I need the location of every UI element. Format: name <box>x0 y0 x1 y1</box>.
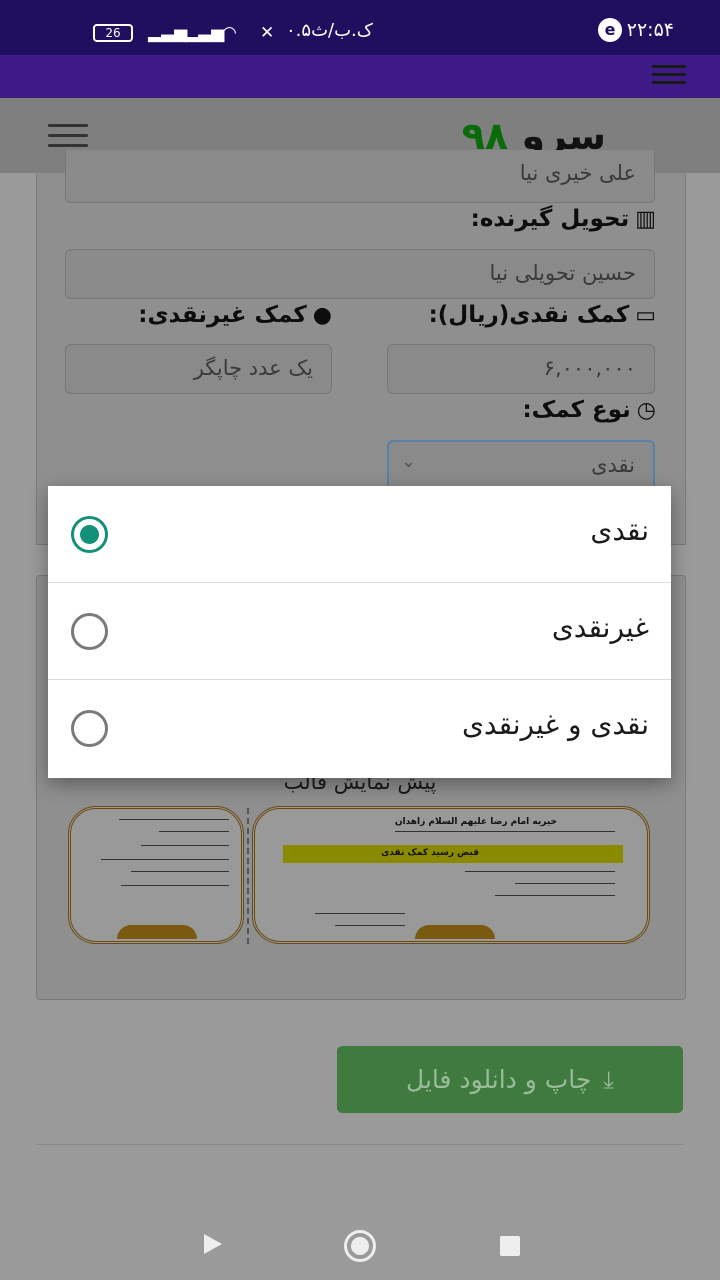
receipt-header: خیریه امام رضا علیهم السلام زاهدان <box>394 817 557 827</box>
money-icon: ▭ <box>635 303 656 328</box>
option-noncash[interactable]: غیرنقدی <box>48 583 671 680</box>
option-cash-and-noncash[interactable]: نقدی و غیرنقدی <box>48 680 671 777</box>
type-select[interactable]: نقدی ⌄ <box>387 440 655 486</box>
mosque-ornament <box>415 925 495 939</box>
map-icon: ▥ <box>635 207 656 232</box>
status-clock: ۲۲:۵۴ <box>626 19 674 41</box>
signal-icon-2: ▂▃▅ <box>185 23 225 43</box>
app-bar <box>0 55 720 98</box>
divider <box>36 1144 684 1145</box>
type-select-value: نقدی <box>591 453 635 477</box>
chevron-down-icon: ⌄ <box>401 451 417 472</box>
download-icon: ⤓ <box>603 1065 614 1094</box>
radio-unchecked-icon[interactable] <box>71 710 108 747</box>
option-label: نقدی <box>590 514 649 547</box>
help-type-dialog: نقدی غیرنقدی نقدی و غیرنقدی <box>48 486 671 778</box>
receipt-main-preview: خیریه امام رضا علیهم السلام زاهدان قبض ر… <box>252 806 650 944</box>
wifi-icon: ◠ <box>222 23 237 43</box>
home-icon[interactable] <box>344 1230 376 1262</box>
option-label: غیرنقدی <box>551 611 649 644</box>
signal-icon: ▂▃▅ <box>148 23 188 43</box>
option-label: نقدی و غیرنقدی <box>461 708 649 741</box>
radio-unchecked-icon[interactable] <box>71 613 108 650</box>
status-date: ۰.۵ک.ب/ث <box>286 20 373 41</box>
receiver-label: ▥تحویل گیرنده: <box>470 206 656 232</box>
noncash-field[interactable]: یک عدد چاپگر <box>65 344 332 394</box>
status-bar: 26 ▂▃▅ ▂▃▅ ◠ ✕ ۰.۵ک.ب/ث e ۲۲:۵۴ <box>0 0 720 55</box>
menu-icon[interactable] <box>652 65 686 85</box>
download-button-label: چاپ و دانلود فایل <box>406 1065 592 1094</box>
radio-checked-icon[interactable] <box>71 516 108 553</box>
noncash-label: ●کمک غیرنقدی: <box>138 302 332 328</box>
cash-label: ▭کمک نقدی(ریال): <box>428 302 656 328</box>
battery-icon: 26 <box>93 24 133 42</box>
option-cash[interactable]: نقدی <box>48 486 671 583</box>
mosque-ornament-stub <box>117 925 197 939</box>
type-label: ◷نوع کمک: <box>522 397 656 423</box>
app-notification-icon: e <box>598 18 622 42</box>
clock-icon: ◷ <box>636 398 656 423</box>
hamburger-menu-icon[interactable] <box>48 124 88 148</box>
cash-field[interactable]: ۶,۰۰۰,۰۰۰ <box>387 344 655 394</box>
system-nav-bar <box>0 1200 720 1280</box>
receipt-subtitle: قبض رسید کمک نقدی <box>381 848 479 858</box>
donor-field[interactable]: علی خیری نیا <box>65 150 655 203</box>
print-download-button[interactable]: ⤓ چاپ و دانلود فایل <box>337 1046 683 1113</box>
recents-icon[interactable] <box>500 1236 520 1256</box>
mute-icon: ✕ <box>260 23 275 43</box>
back-icon[interactable] <box>204 1234 222 1254</box>
receiver-field[interactable]: حسین تحویلی نیا <box>65 249 655 299</box>
cut-line <box>247 808 249 944</box>
user-icon: ● <box>312 303 332 328</box>
receipt-stub-preview <box>68 806 244 944</box>
